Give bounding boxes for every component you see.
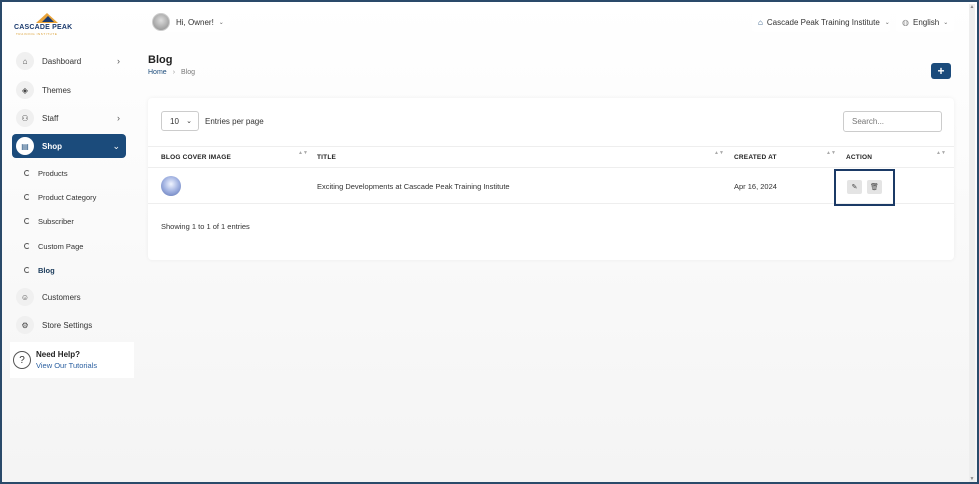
avatar	[152, 13, 170, 31]
blog-cover-thumbnail	[161, 176, 181, 196]
add-blog-button[interactable]: +	[931, 63, 951, 79]
sidebar-item-staff[interactable]: ⚇ Staff ›	[12, 106, 126, 130]
language-selector[interactable]: ◍ English ⌄	[896, 12, 954, 32]
sidebar-item-label: Themes	[42, 85, 71, 95]
help-panel: ? Need Help? View Our Tutorials	[10, 342, 134, 378]
app-window: CASCADE PEAK TRAINING INSTITUTE ⌂ Dashbo…	[0, 0, 979, 484]
edit-button[interactable]: ✎	[847, 180, 862, 194]
sidebar-item-label: Staff	[42, 113, 59, 123]
sidebar-subitem-blog[interactable]: Blog	[24, 263, 55, 277]
user-icon: ☺	[16, 288, 34, 306]
column-header-created-at[interactable]: CREATED AT	[734, 154, 777, 161]
tutorials-link[interactable]: View Our Tutorials	[36, 361, 97, 370]
table-header: BLOG COVER IMAGE ▲▼ TITLE ▲▼ CREATED AT …	[148, 146, 954, 168]
entries-value: 10	[170, 116, 179, 126]
brand-tagline: TRAINING INSTITUTE	[16, 32, 58, 36]
breadcrumb-separator: ›	[172, 69, 176, 76]
sidebar-subitem-label: Products	[38, 168, 68, 178]
breadcrumb-current: Blog	[181, 69, 196, 76]
organization-name: Cascade Peak Training Institute	[766, 17, 880, 27]
bullet-icon	[24, 218, 30, 224]
created-at-cell: Apr 16, 2024	[734, 182, 777, 191]
sidebar-subitem-product-category[interactable]: Product Category	[24, 190, 96, 204]
user-greeting: Hi, Owner!	[176, 17, 214, 27]
organization-selector[interactable]: ⌂ Cascade Peak Training Institute ⌄	[752, 12, 890, 32]
scroll-up-icon[interactable]: ▲	[969, 4, 975, 10]
gear-icon: ⚙	[16, 316, 34, 334]
sidebar-item-label: Shop	[42, 141, 62, 151]
bullet-icon	[24, 267, 30, 273]
sidebar-subitem-products[interactable]: Products	[24, 166, 68, 180]
sort-icon[interactable]: ▲▼	[826, 151, 836, 156]
sidebar-item-themes[interactable]: ◈ Themes	[12, 78, 126, 102]
search-input[interactable]	[843, 111, 942, 132]
building-icon: ⌂	[758, 17, 763, 27]
delete-button[interactable]: 🗑	[867, 180, 882, 194]
chevron-down-icon: ⌄	[112, 140, 120, 151]
sidebar-item-dashboard[interactable]: ⌂ Dashboard ›	[12, 49, 126, 73]
column-header-title[interactable]: TITLE	[317, 154, 336, 161]
sidebar: CASCADE PEAK TRAINING INSTITUTE ⌂ Dashbo…	[4, 4, 134, 482]
sidebar-subitem-label: Custom Page	[38, 241, 84, 251]
users-icon: ⚇	[16, 109, 34, 127]
vertical-scrollbar[interactable]: ▲ ▼	[969, 4, 975, 482]
scroll-down-icon[interactable]: ▼	[969, 476, 975, 482]
page-title: Blog	[148, 54, 173, 66]
question-icon: ?	[13, 351, 31, 369]
chevron-right-icon: ›	[117, 56, 120, 66]
sidebar-item-label: Customers	[42, 292, 81, 302]
chevron-right-icon: ›	[117, 113, 120, 123]
home-icon: ⌂	[16, 52, 34, 70]
bullet-icon	[24, 194, 30, 200]
sidebar-item-customers[interactable]: ☺ Customers	[12, 285, 126, 309]
entries-per-page-select[interactable]: 10 ⌄	[161, 111, 199, 131]
sidebar-item-store-settings[interactable]: ⚙ Store Settings	[12, 313, 126, 337]
sidebar-subitem-label: Blog	[38, 265, 55, 275]
sidebar-subitem-subscriber[interactable]: Subscriber	[24, 214, 74, 228]
breadcrumb: Home › Blog	[148, 69, 195, 76]
language-label: English	[912, 17, 940, 27]
sort-icon[interactable]: ▲▼	[298, 151, 308, 156]
mountain-logo-shape-inner	[42, 16, 54, 22]
sidebar-subitem-label: Subscriber	[38, 216, 74, 226]
sidebar-subitem-custom-page[interactable]: Custom Page	[24, 239, 83, 253]
palette-icon: ◈	[16, 81, 34, 99]
bullet-icon	[24, 170, 30, 176]
brand-logo[interactable]: CASCADE PEAK TRAINING INSTITUTE	[12, 12, 82, 36]
table-info: Showing 1 to 1 of 1 entries	[161, 222, 250, 231]
column-header-cover-image[interactable]: BLOG COVER IMAGE	[161, 154, 231, 161]
blog-table-card: 10 ⌄ Entries per page BLOG COVER IMAGE ▲…	[148, 98, 954, 260]
blog-title-cell: Exciting Developments at Cascade Peak Tr…	[317, 182, 510, 191]
chevron-down-icon: ⌄	[884, 19, 890, 26]
sidebar-item-label: Store Settings	[42, 320, 93, 330]
breadcrumb-home-link[interactable]: Home	[148, 69, 167, 76]
action-highlight: ✎ 🗑	[834, 169, 895, 206]
bullet-icon	[24, 243, 30, 249]
chevron-down-icon: ⌄	[218, 19, 224, 26]
brand-name: CASCADE PEAK	[14, 24, 73, 31]
chevron-down-icon: ⌄	[943, 19, 949, 26]
sidebar-item-label: Dashboard	[42, 56, 82, 66]
column-header-action: ACTION	[846, 154, 873, 161]
sidebar-subitem-label: Product Category	[38, 192, 97, 202]
entries-per-page-label: Entries per page	[205, 117, 264, 126]
user-menu[interactable]: Hi, Owner! ⌄	[152, 12, 230, 32]
chevron-down-icon: ⌄	[186, 118, 192, 125]
sidebar-item-shop[interactable]: ▤ Shop ⌄	[12, 134, 126, 158]
help-title: Need Help?	[36, 350, 81, 359]
sort-icon[interactable]: ▲▼	[714, 151, 724, 156]
shop-icon: ▤	[16, 137, 34, 155]
globe-icon: ◍	[902, 17, 909, 27]
sort-icon[interactable]: ▲▼	[936, 151, 946, 156]
